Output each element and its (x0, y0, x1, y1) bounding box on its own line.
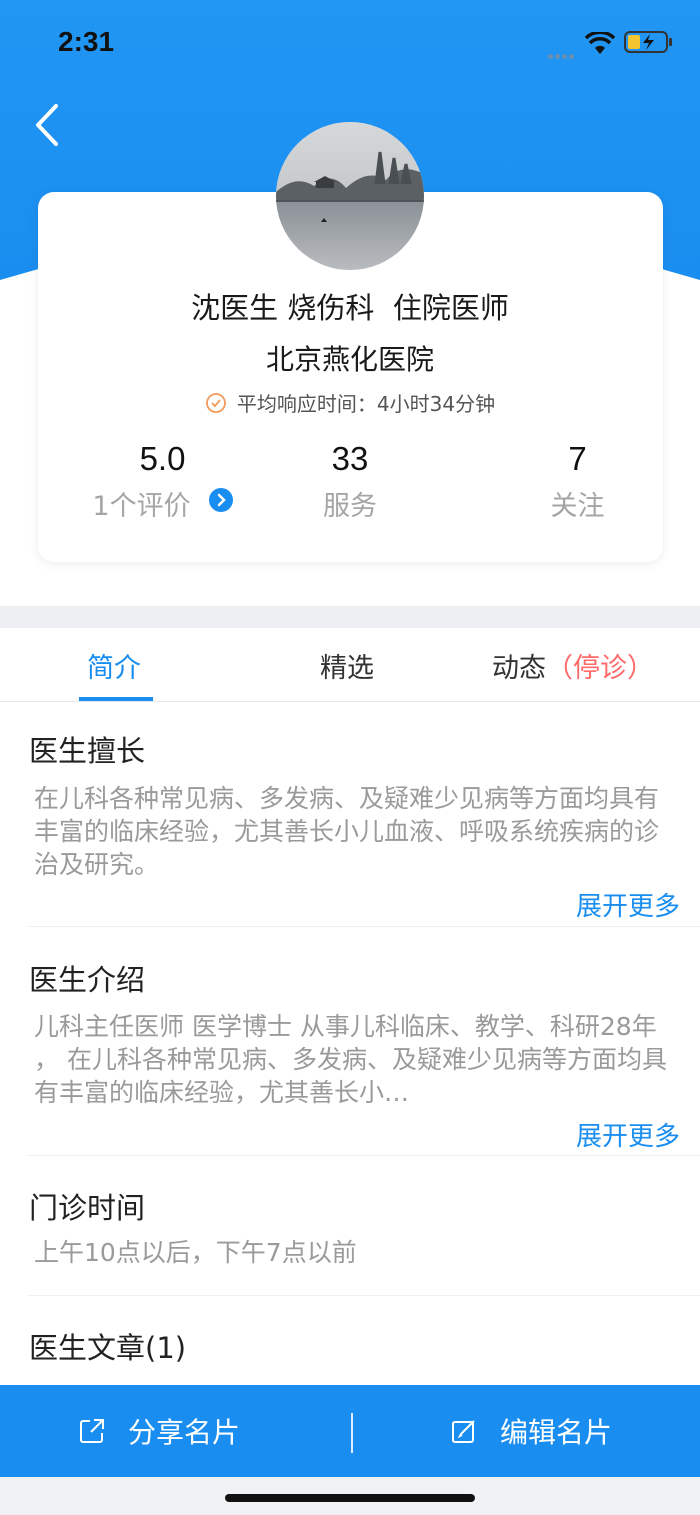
tab-bar: 简介 精选 动态（停诊） (0, 628, 700, 702)
status-bar: 2:31 (0, 0, 700, 88)
section-divider (0, 606, 700, 628)
service-value: 33 (331, 440, 369, 477)
battery-icon (624, 31, 672, 53)
tab-updates-label: 动态 (492, 653, 546, 684)
expertise-text: 在儿科各种常见病、多发病、及疑难少见病等方面均具有丰富的临床经验，尤其善长小儿血… (34, 784, 660, 879)
divider (28, 1155, 700, 1156)
intro-text: 儿科主任医师 医学博士 从事儿科临床、教学、科研28年 ， 在儿科各种常见病、多… (34, 1012, 667, 1107)
doctor-name-title: 沈医生 烧伤科 住院医师 (191, 291, 509, 325)
expertise-title: 医生擅长 (29, 734, 146, 768)
chevron-right-circle-icon[interactable] (208, 488, 233, 512)
home-indicator[interactable] (225, 1494, 475, 1502)
articles-title[interactable]: 医生文章(1) (29, 1325, 186, 1367)
check-circle-icon (206, 393, 226, 413)
follow-value: 7 (568, 440, 587, 477)
stat-rating[interactable]: 5.0 1个评价 (80, 440, 245, 523)
home-indicator-area (0, 1477, 700, 1515)
bottom-action-bar: 分享名片 编辑名片 (0, 1385, 700, 1477)
edit-icon (452, 1420, 475, 1443)
stat-service[interactable]: 33 服务 (290, 440, 410, 523)
back-button[interactable] (28, 100, 68, 150)
clinic-time-title: 门诊时间 (29, 1191, 146, 1225)
chevron-left-icon (36, 104, 58, 146)
avatar[interactable] (276, 122, 424, 270)
suspended-badge: （停诊） (546, 653, 654, 684)
divider (28, 1295, 700, 1296)
stat-follow[interactable]: 7 关注 (520, 440, 635, 523)
service-label: 服务 (323, 491, 377, 522)
tab-featured[interactable]: 精选 (320, 646, 374, 685)
response-label: 平均响应时间： (236, 392, 377, 416)
tab-updates[interactable]: 动态（停诊） (492, 646, 654, 685)
share-card-label: 分享名片 (128, 1416, 241, 1449)
response-time: 平均响应时间：4小时34分钟 (0, 388, 700, 417)
bottom-divider (351, 1413, 353, 1453)
edit-card-label: 编辑名片 (500, 1416, 613, 1449)
edit-card-button[interactable]: 编辑名片 (450, 1385, 612, 1477)
intro-title: 医生介绍 (29, 963, 146, 997)
hospital-name: 北京燕化医院 (265, 343, 434, 376)
response-value: 4小时34分钟 (376, 392, 496, 416)
rating-label: 1个评价 (92, 491, 191, 522)
active-tab-indicator (79, 697, 153, 701)
follow-label: 关注 (550, 491, 605, 522)
rating-value: 5.0 (139, 440, 186, 477)
divider (28, 926, 700, 927)
share-icon (80, 1419, 104, 1443)
share-card-button[interactable]: 分享名片 (78, 1385, 240, 1477)
clinic-time-text: 上午10点以后，下午7点以前 (34, 1238, 357, 1267)
expertise-more-link[interactable]: 展开更多 (576, 886, 680, 923)
status-time: 2:31 (58, 26, 115, 57)
intro-more-link[interactable]: 展开更多 (576, 1116, 680, 1153)
signal-icon (548, 44, 576, 63)
tab-intro[interactable]: 简介 (87, 646, 141, 685)
wifi-icon (585, 32, 615, 54)
